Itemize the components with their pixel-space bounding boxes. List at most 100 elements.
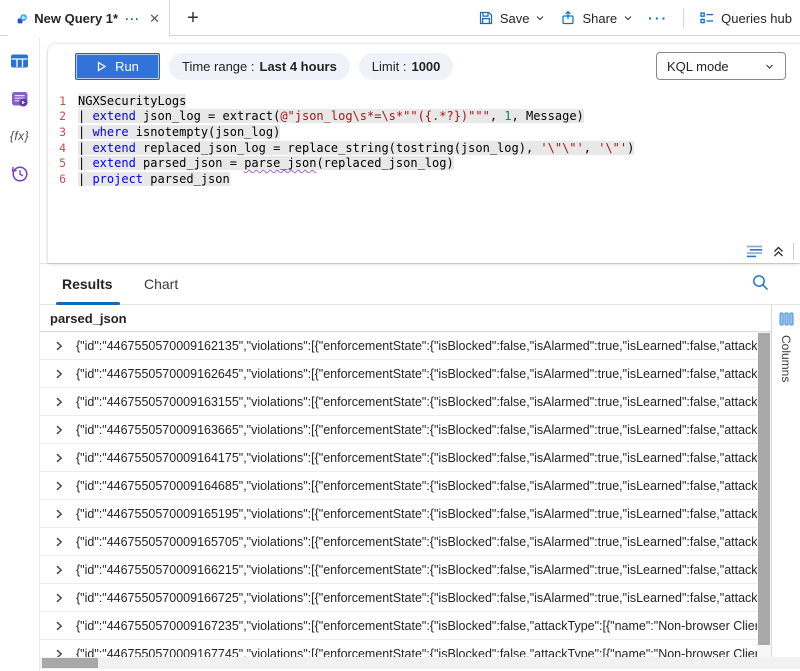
code-line[interactable]: 6| project parsed_json	[48, 171, 800, 187]
row-json-text: {"id":"4467550570009167745","violations"…	[76, 647, 757, 658]
line-number: 1	[48, 94, 66, 108]
code-token: parse_json	[244, 156, 316, 170]
row-json-text: {"id":"4467550570009166215","violations"…	[76, 563, 757, 577]
collapse-editor-icon[interactable]	[771, 244, 786, 259]
columns-icon	[779, 312, 794, 326]
table-row[interactable]: {"id":"4467550570009166725","violations"…	[40, 584, 757, 612]
row-expand-icon[interactable]	[54, 509, 64, 519]
top-actions: Save Share ··· Queries hub	[478, 0, 792, 36]
search-icon[interactable]	[751, 273, 770, 292]
code-token: json_log = extract(	[136, 109, 281, 123]
time-range-label: Time range :	[182, 59, 255, 74]
queries-hub-button[interactable]: Queries hub	[699, 10, 792, 26]
tab-results[interactable]: Results	[62, 276, 113, 292]
columns-side-panel[interactable]: Columns	[771, 305, 800, 657]
code-token: |	[78, 156, 92, 170]
row-expand-icon[interactable]	[54, 565, 64, 575]
results-rows: {"id":"4467550570009162135","violations"…	[40, 332, 757, 657]
row-expand-icon[interactable]	[54, 425, 64, 435]
table-row[interactable]: {"id":"4467550570009165195","violations"…	[40, 500, 757, 528]
new-tab-button[interactable]: +	[182, 7, 204, 29]
queries-hub-label: Queries hub	[721, 11, 792, 26]
row-json-text: {"id":"4467550570009162645","violations"…	[76, 367, 757, 381]
save-label: Save	[500, 11, 530, 26]
tab-close-icon[interactable]: ✕	[149, 11, 160, 27]
code-line[interactable]: 4| extend replaced_json_log = replace_st…	[48, 140, 800, 156]
horizontal-scrollbar-thumb[interactable]	[42, 658, 98, 668]
row-expand-icon[interactable]	[54, 369, 64, 379]
horizontal-scrollbar[interactable]	[0, 657, 800, 669]
code-token: 1	[504, 109, 511, 123]
code-token: ,	[490, 109, 504, 123]
row-expand-icon[interactable]	[54, 649, 64, 658]
table-row[interactable]: {"id":"4467550570009163155","violations"…	[40, 388, 757, 416]
row-json-text: {"id":"4467550570009162135","violations"…	[76, 339, 757, 353]
row-json-text: {"id":"4467550570009163665","violations"…	[76, 423, 757, 437]
row-json-text: {"id":"4467550570009165705","violations"…	[76, 535, 757, 549]
row-json-text: {"id":"4467550570009164685","violations"…	[76, 479, 757, 493]
row-expand-icon[interactable]	[54, 621, 64, 631]
row-json-text: {"id":"4467550570009167235","violations"…	[76, 619, 757, 633]
line-number: 2	[48, 109, 66, 123]
tab-chart[interactable]: Chart	[144, 276, 178, 292]
share-label: Share	[582, 11, 617, 26]
table-row[interactable]: {"id":"4467550570009165705","violations"…	[40, 528, 757, 556]
format-lines-icon[interactable]	[745, 243, 764, 259]
tables-icon[interactable]	[10, 52, 29, 70]
row-expand-icon[interactable]	[54, 453, 64, 463]
tab-more-icon[interactable]: ···	[125, 14, 140, 24]
row-expand-icon[interactable]	[54, 481, 64, 491]
table-row[interactable]: {"id":"4467550570009162135","violations"…	[40, 332, 757, 360]
query-mode-value: KQL mode	[667, 59, 729, 74]
more-actions-button[interactable]: ···	[648, 10, 668, 26]
query-mode-select[interactable]: KQL mode	[656, 52, 786, 80]
saved-queries-icon[interactable]	[11, 91, 29, 108]
table-row[interactable]: {"id":"4467550570009162645","violations"…	[40, 360, 757, 388]
table-row[interactable]: {"id":"4467550570009167235","violations"…	[40, 612, 757, 640]
column-header-label: parsed_json	[50, 311, 127, 326]
code-token: ,	[584, 141, 598, 155]
grid-column-header[interactable]: parsed_json	[40, 305, 772, 332]
limit-value: 1000	[411, 59, 440, 74]
run-button[interactable]: Run	[75, 53, 160, 80]
code-lines[interactable]: 1NGXSecurityLogs2| extend json_log = ext…	[48, 93, 800, 187]
code-line[interactable]: 1NGXSecurityLogs	[48, 93, 800, 109]
query-tab[interactable]: New Query 1* ··· ✕	[8, 0, 170, 37]
query-editor-panel: Run Time range : Last 4 hours Limit : 10…	[48, 44, 800, 263]
table-row[interactable]: {"id":"4467550570009164175","violations"…	[40, 444, 757, 472]
code-line[interactable]: 2| extend json_log = extract(@"json_log\…	[48, 109, 800, 125]
query-toolbar: Run Time range : Last 4 hours Limit : 10…	[75, 53, 453, 80]
code-token: parsed_json =	[136, 156, 244, 170]
divider	[683, 8, 684, 28]
play-icon	[96, 61, 107, 72]
share-button[interactable]: Share	[560, 10, 633, 26]
table-row[interactable]: {"id":"4467550570009166215","violations"…	[40, 556, 757, 584]
table-row[interactable]: {"id":"4467550570009164685","violations"…	[40, 472, 757, 500]
save-button[interactable]: Save	[478, 10, 546, 26]
code-token: @"json_log\s*=\s*""({.*?})"""	[280, 109, 490, 123]
line-number: 4	[48, 141, 66, 155]
code-token: )	[627, 141, 634, 155]
share-icon	[560, 10, 576, 26]
limit-filter[interactable]: Limit : 1000	[359, 53, 454, 80]
code-line[interactable]: 5| extend parsed_json = parse_json(repla…	[48, 155, 800, 171]
vertical-scrollbar-thumb[interactable]	[758, 333, 770, 645]
code-token: parsed_json	[143, 172, 230, 186]
line-number: 3	[48, 125, 66, 139]
tab-bar: + Save Share ··· Queries hub New Query 1…	[0, 0, 800, 36]
row-expand-icon[interactable]	[54, 341, 64, 351]
table-row[interactable]: {"id":"4467550570009167745","violations"…	[40, 640, 757, 657]
time-range-filter[interactable]: Time range : Last 4 hours	[169, 53, 350, 80]
row-expand-icon[interactable]	[54, 397, 64, 407]
row-expand-icon[interactable]	[54, 593, 64, 603]
query-history-icon[interactable]	[10, 164, 29, 183]
code-line[interactable]: 3| where isnotempty(json_log)	[48, 124, 800, 140]
functions-icon[interactable]: {fx}	[10, 129, 29, 143]
table-row[interactable]: {"id":"4467550570009163665","violations"…	[40, 416, 757, 444]
chevron-down-icon	[535, 13, 545, 23]
divider	[793, 243, 794, 260]
row-expand-icon[interactable]	[54, 537, 64, 547]
code-token: isnotempty(json_log)	[129, 125, 281, 139]
code-token: |	[78, 109, 92, 123]
vertical-scrollbar[interactable]	[757, 332, 771, 657]
